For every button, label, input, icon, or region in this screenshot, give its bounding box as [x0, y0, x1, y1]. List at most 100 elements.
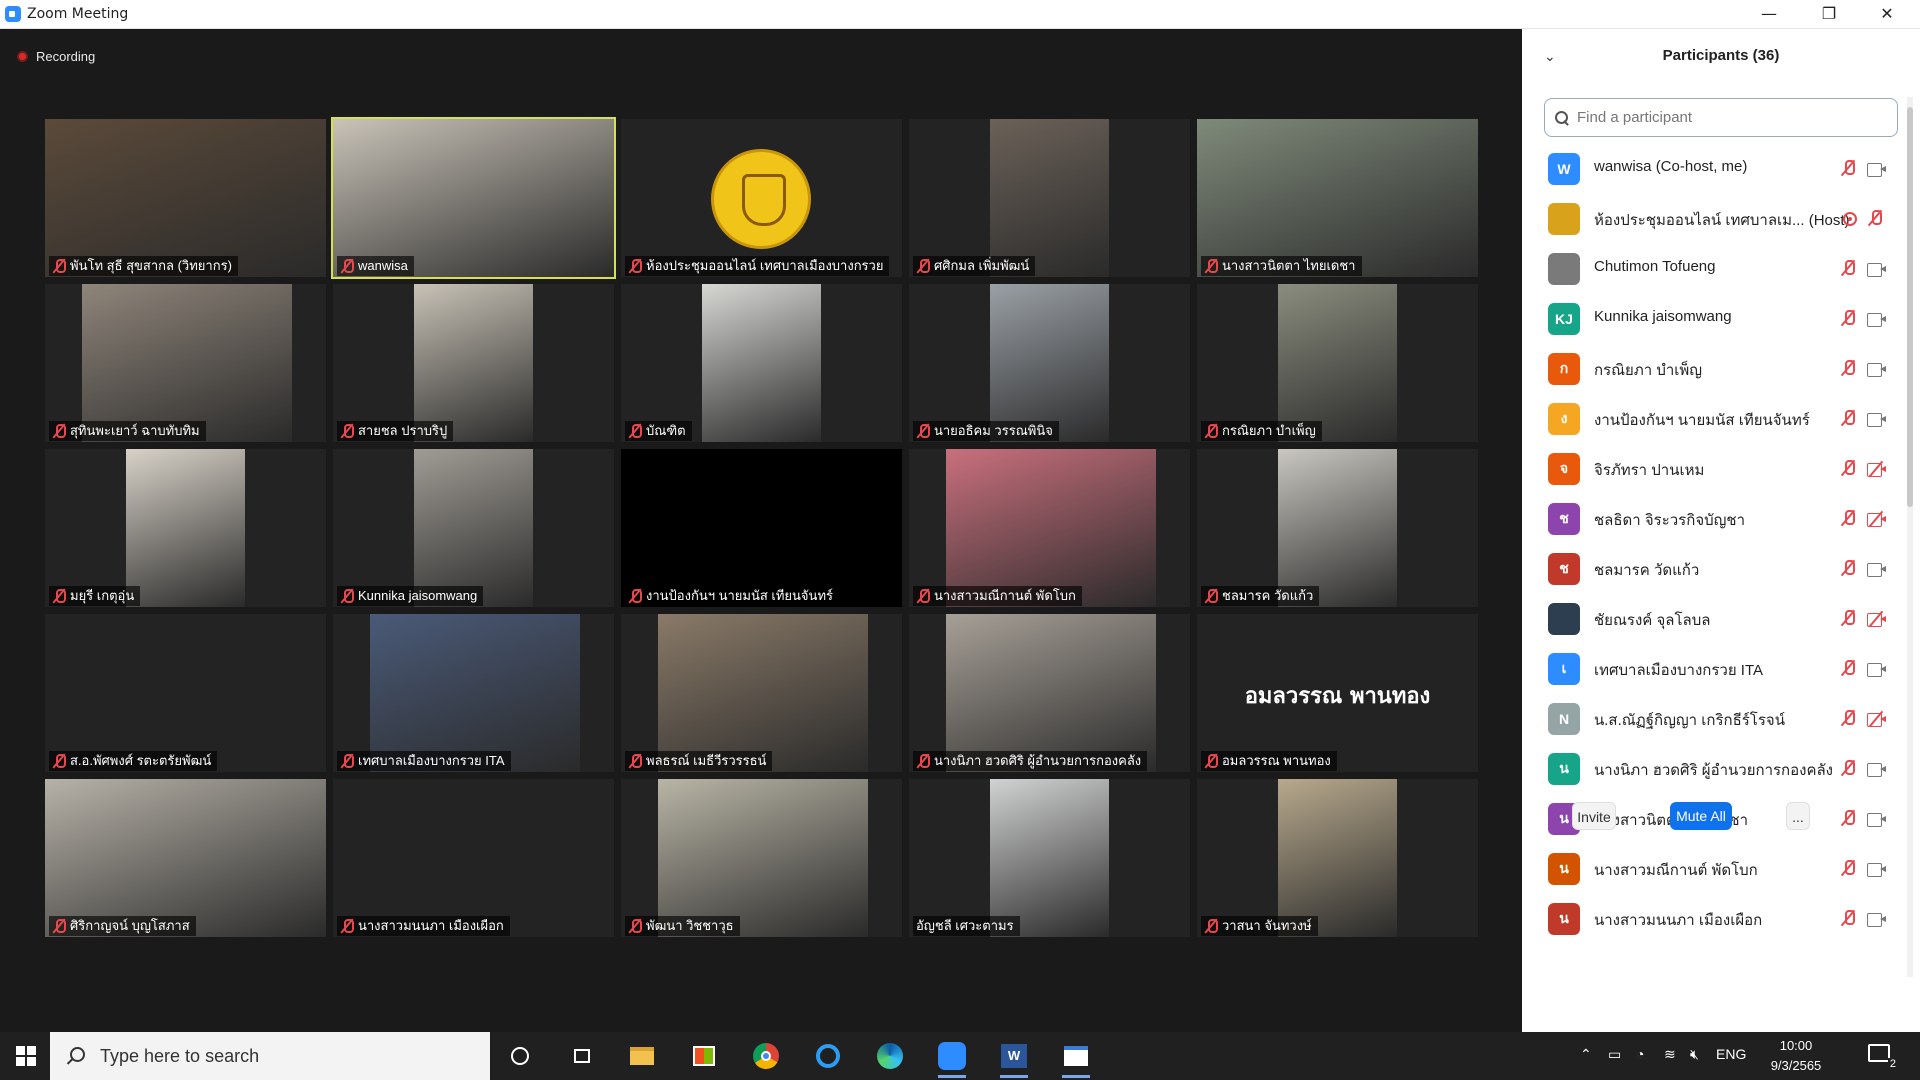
file-explorer-icon[interactable]	[622, 1036, 662, 1076]
participant-row[interactable]: ง งานป้องกันฯ นายมนัส เทียนจันทร์	[1522, 392, 1898, 442]
participant-row[interactable]: Wwanwisa (Co-host, me)	[1522, 142, 1898, 192]
video-camera-icon[interactable]	[1867, 563, 1887, 577]
more-button[interactable]: ...	[1786, 802, 1810, 830]
video-tile[interactable]: นางสาวมนนภา เมืองเผือก	[333, 779, 614, 937]
video-camera-icon[interactable]	[1867, 413, 1887, 427]
mic-muted-icon[interactable]	[1840, 360, 1856, 378]
video-camera-icon[interactable]	[1867, 863, 1887, 877]
mic-muted-icon[interactable]	[1840, 510, 1856, 528]
mic-muted-icon[interactable]	[1840, 410, 1856, 428]
participant-row[interactable]: น นางสาวมณีกานต์ พัดโบก	[1522, 842, 1898, 892]
mic-muted-icon[interactable]	[1840, 910, 1856, 928]
participant-search-input[interactable]	[1577, 109, 1877, 126]
mute-all-button[interactable]: Mute All	[1670, 802, 1732, 830]
participant-row[interactable]: ห้องประชุมออนไลน์ เทศบาลเม... (Host)	[1522, 192, 1898, 242]
participant-row[interactable]: N น.ส.ณัฏฐ์กิญญา เกริกธีร์โรจน์	[1522, 692, 1898, 742]
video-off-icon[interactable]	[1867, 510, 1887, 528]
start-button[interactable]	[0, 1032, 50, 1080]
battery-icon[interactable]: ▭	[1608, 1046, 1621, 1063]
video-camera-icon[interactable]	[1867, 913, 1887, 927]
volume-muted-icon[interactable]: 🔇︎	[1690, 1046, 1699, 1063]
cortana-icon[interactable]	[500, 1036, 540, 1076]
mic-muted-icon[interactable]	[1840, 160, 1856, 178]
participant-search[interactable]	[1544, 98, 1898, 137]
video-camera-icon[interactable]	[1867, 813, 1887, 827]
video-tile[interactable]: งานป้องกันฯ นายมนัส เทียนจันทร์	[621, 449, 902, 607]
participant-row[interactable]: ชัยณรงค์ จุลโลบล	[1522, 592, 1898, 642]
video-tile[interactable]: ชลมารค วัดแก้ว	[1197, 449, 1478, 607]
mic-muted-icon[interactable]	[1840, 260, 1856, 278]
video-tile[interactable]: กรณิยภา บำเพ็ญ	[1197, 284, 1478, 442]
notifications-icon[interactable]: 2	[1868, 1044, 1898, 1070]
video-off-icon[interactable]	[1867, 610, 1887, 628]
mic-muted-icon[interactable]	[1840, 710, 1856, 728]
internet-explorer-icon[interactable]	[808, 1036, 848, 1076]
network-icon[interactable]: ◔	[1636, 1046, 1644, 1062]
mic-muted-icon[interactable]	[1867, 210, 1883, 228]
close-button[interactable]: ✕	[1864, 0, 1910, 29]
video-off-icon[interactable]	[1867, 460, 1887, 478]
edge-icon[interactable]	[870, 1036, 910, 1076]
participant-row[interactable]: จ จิรภัทรา ปานเหม	[1522, 442, 1898, 492]
scrollbar-thumb[interactable]	[1907, 107, 1913, 507]
video-camera-icon[interactable]	[1867, 263, 1887, 277]
video-tile[interactable]: มยุรี เกตุอุ่น	[45, 449, 326, 607]
wifi-icon[interactable]: ≋	[1664, 1046, 1676, 1063]
participant-row[interactable]: ช ชลมารค วัดแก้ว	[1522, 542, 1898, 592]
mic-muted-icon[interactable]	[1840, 610, 1856, 628]
video-tile[interactable]: นางสาวมณีกานต์ พัดโบก	[909, 449, 1190, 607]
participant-row[interactable]: น นางสาวมนนภา เมืองเผือก	[1522, 892, 1898, 942]
mic-muted-icon[interactable]	[1840, 310, 1856, 328]
video-tile[interactable]: สายชล ปราบริปู	[333, 284, 614, 442]
invite-button[interactable]: Invite	[1572, 802, 1616, 830]
video-tile[interactable]: บัณฑิต	[621, 284, 902, 442]
word-icon[interactable]: W	[994, 1036, 1034, 1078]
participant-row[interactable]: ก กรณิยภา บำเพ็ญ	[1522, 342, 1898, 392]
store-icon[interactable]	[684, 1036, 724, 1076]
video-camera-icon[interactable]	[1867, 313, 1887, 327]
participant-row[interactable]: KJ Kunnika jaisomwang	[1522, 292, 1898, 342]
video-tile[interactable]: พันโท สุธี สุขสากล (วิทยากร)	[45, 119, 326, 277]
video-tile[interactable]: Kunnika jaisomwang	[333, 449, 614, 607]
video-tile[interactable]: วาสนา จันทวงษ์	[1197, 779, 1478, 937]
restore-button[interactable]: ❐	[1806, 0, 1852, 29]
taskbar-search[interactable]: Type here to search	[50, 1032, 490, 1080]
participant-row[interactable]: น นางนิภา ฮวดศิริ ผู้อำนวยการกองคลัง	[1522, 742, 1898, 792]
video-tile[interactable]: อมลวรรณ พานทอง อมลวรรณ พานทอง	[1197, 614, 1478, 772]
mic-muted-icon[interactable]	[1840, 460, 1856, 478]
video-tile[interactable]: นางสาวนิตตา ไทยเดชา	[1197, 119, 1478, 277]
mic-muted-icon[interactable]	[1840, 760, 1856, 778]
video-camera-icon[interactable]	[1867, 363, 1887, 377]
video-tile[interactable]: นายอธิคม วรรณพินิจ	[909, 284, 1190, 442]
video-tile[interactable]: พัฒนา วิชชาวุธ	[621, 779, 902, 937]
video-tile[interactable]: ศศิกมล เพิ่มพัฒน์	[909, 119, 1190, 277]
task-view-icon[interactable]	[562, 1036, 602, 1076]
video-tile[interactable]: ศิริกาญจน์ บุญโสภาส	[45, 779, 326, 937]
video-tile[interactable]: ส.อ.พัศพงศ์ รตะตรัยพัฒน์	[45, 614, 326, 772]
minimize-button[interactable]: —	[1746, 0, 1792, 29]
video-tile[interactable]: นางนิภา ฮวดศิริ ผู้อำนวยการกองคลัง	[909, 614, 1190, 772]
mic-muted-icon[interactable]	[1840, 860, 1856, 878]
mic-muted-icon[interactable]	[1840, 810, 1856, 828]
video-camera-icon[interactable]	[1867, 663, 1887, 677]
video-tile[interactable]: อัญชลี เศวะตามร	[909, 779, 1190, 937]
recording-indicator[interactable]: Recording	[17, 46, 95, 66]
participant-row[interactable]: ช ชลธิดา จิระวรกิจบัญชา	[1522, 492, 1898, 542]
clock[interactable]: 10:00 9/3/2565	[1756, 1036, 1836, 1076]
participant-row[interactable]: Chutimon Tofueng	[1522, 242, 1898, 292]
mic-muted-icon[interactable]	[1840, 560, 1856, 578]
video-tile[interactable]: wanwisa	[331, 117, 616, 279]
window-app-icon[interactable]	[1056, 1036, 1096, 1078]
video-tile[interactable]: สุทินพะเยาว์ ฉาบทับทิม	[45, 284, 326, 442]
mic-muted-icon[interactable]	[1840, 660, 1856, 678]
language-indicator[interactable]: ENG	[1716, 1046, 1746, 1062]
show-hidden-icons-icon[interactable]: ⌃	[1580, 1046, 1592, 1063]
participant-row[interactable]: เ เทศบาลเมืองบางกรวย ITA	[1522, 642, 1898, 692]
zoom-taskbar-icon[interactable]	[932, 1036, 972, 1078]
video-tile[interactable]: เทศบาลเมืองบางกรวย ITA	[333, 614, 614, 772]
chrome-icon[interactable]	[746, 1036, 786, 1076]
video-camera-icon[interactable]	[1867, 763, 1887, 777]
video-off-icon[interactable]	[1867, 710, 1887, 728]
participant-scrollbar[interactable]	[1907, 97, 1913, 977]
video-tile[interactable]: พลธรณ์ เมธีวีรวรรธน์	[621, 614, 902, 772]
